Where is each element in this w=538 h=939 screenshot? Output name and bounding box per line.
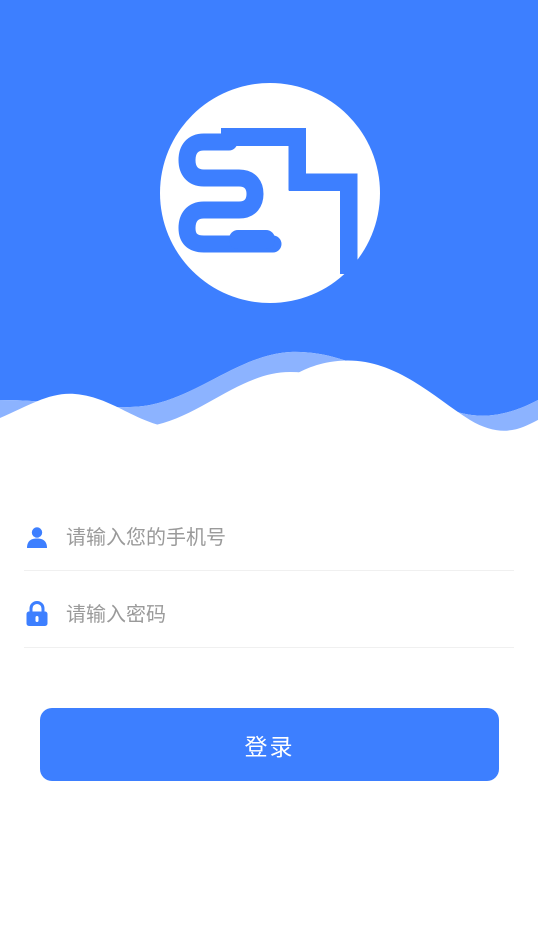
login-button-label: 登录	[244, 734, 295, 761]
password-field	[24, 581, 514, 648]
hero-header	[0, 0, 538, 440]
phone-input[interactable]	[66, 517, 514, 557]
lock-icon	[24, 601, 50, 627]
login-button[interactable]: 登录	[40, 708, 499, 781]
password-input[interactable]	[66, 594, 514, 634]
user-icon	[24, 524, 50, 550]
phone-field	[24, 504, 514, 571]
login-page: 登录	[0, 0, 538, 939]
login-form	[24, 504, 514, 648]
app-logo-icon	[160, 83, 380, 303]
